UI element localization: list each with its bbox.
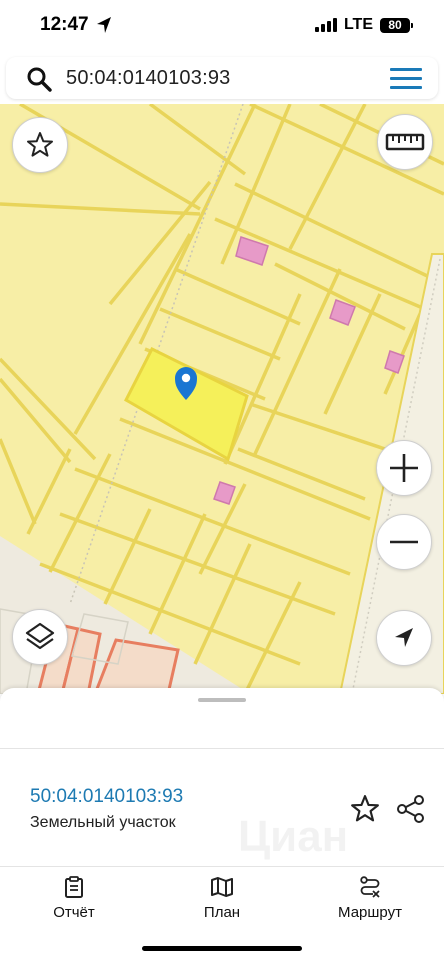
star-icon xyxy=(27,132,53,157)
favorite-map-button[interactable] xyxy=(12,117,68,173)
home-indicator xyxy=(142,946,302,951)
hamburger-menu-icon[interactable] xyxy=(390,68,422,90)
share-button[interactable] xyxy=(396,794,426,824)
tab-plan[interactable]: План xyxy=(162,876,282,930)
tab-plan-label: План xyxy=(203,904,241,921)
star-icon xyxy=(351,795,379,822)
zoom-out-button[interactable] xyxy=(376,514,432,570)
signal-icon xyxy=(314,18,337,32)
layers-button[interactable] xyxy=(12,609,68,665)
search-icon[interactable] xyxy=(26,66,52,92)
location-services-icon xyxy=(97,17,111,33)
divider xyxy=(0,866,444,867)
network-type: LTE xyxy=(343,16,373,33)
share-icon xyxy=(397,795,424,823)
zoom-out-icon xyxy=(390,540,418,544)
ruler-icon xyxy=(385,133,425,151)
favorite-button[interactable] xyxy=(350,794,380,824)
map-canvas[interactable] xyxy=(0,104,444,694)
sheet-drag-handle[interactable] xyxy=(198,698,246,702)
parcel-type: Земельный участок xyxy=(30,814,176,831)
parcel-number[interactable]: 50:04:0140103:93 xyxy=(30,786,183,808)
watermark: Циан xyxy=(238,812,349,861)
status-time: 12:47 xyxy=(40,14,89,35)
location-arrow-icon xyxy=(395,628,413,647)
report-icon xyxy=(65,876,83,898)
divider xyxy=(0,748,444,749)
search-query[interactable]: 50:04:0140103:93 xyxy=(66,67,230,90)
layers-icon xyxy=(25,622,55,650)
cadastral-map[interactable] xyxy=(0,104,444,694)
parcel-info-sheet[interactable]: 50:04:0140103:93 Земельный участок Циан … xyxy=(0,688,444,960)
battery-icon: 80 xyxy=(380,17,413,33)
tab-route-label: Маршрут xyxy=(338,904,402,921)
zoom-in-icon xyxy=(390,454,418,482)
tab-route[interactable]: Маршрут xyxy=(310,876,430,930)
zoom-in-button[interactable] xyxy=(376,440,432,496)
search-bar[interactable]: 50:04:0140103:93 xyxy=(6,57,438,99)
status-bar: 12:47 LTE 80 xyxy=(0,0,444,52)
route-icon xyxy=(360,876,380,898)
my-location-button[interactable] xyxy=(376,610,432,666)
ruler-button[interactable] xyxy=(377,114,433,170)
map-plan-icon xyxy=(211,877,233,897)
tab-report-label: Отчёт xyxy=(53,904,95,921)
tab-report[interactable]: Отчёт xyxy=(14,876,134,930)
status-indicators: LTE 80 xyxy=(314,16,413,34)
